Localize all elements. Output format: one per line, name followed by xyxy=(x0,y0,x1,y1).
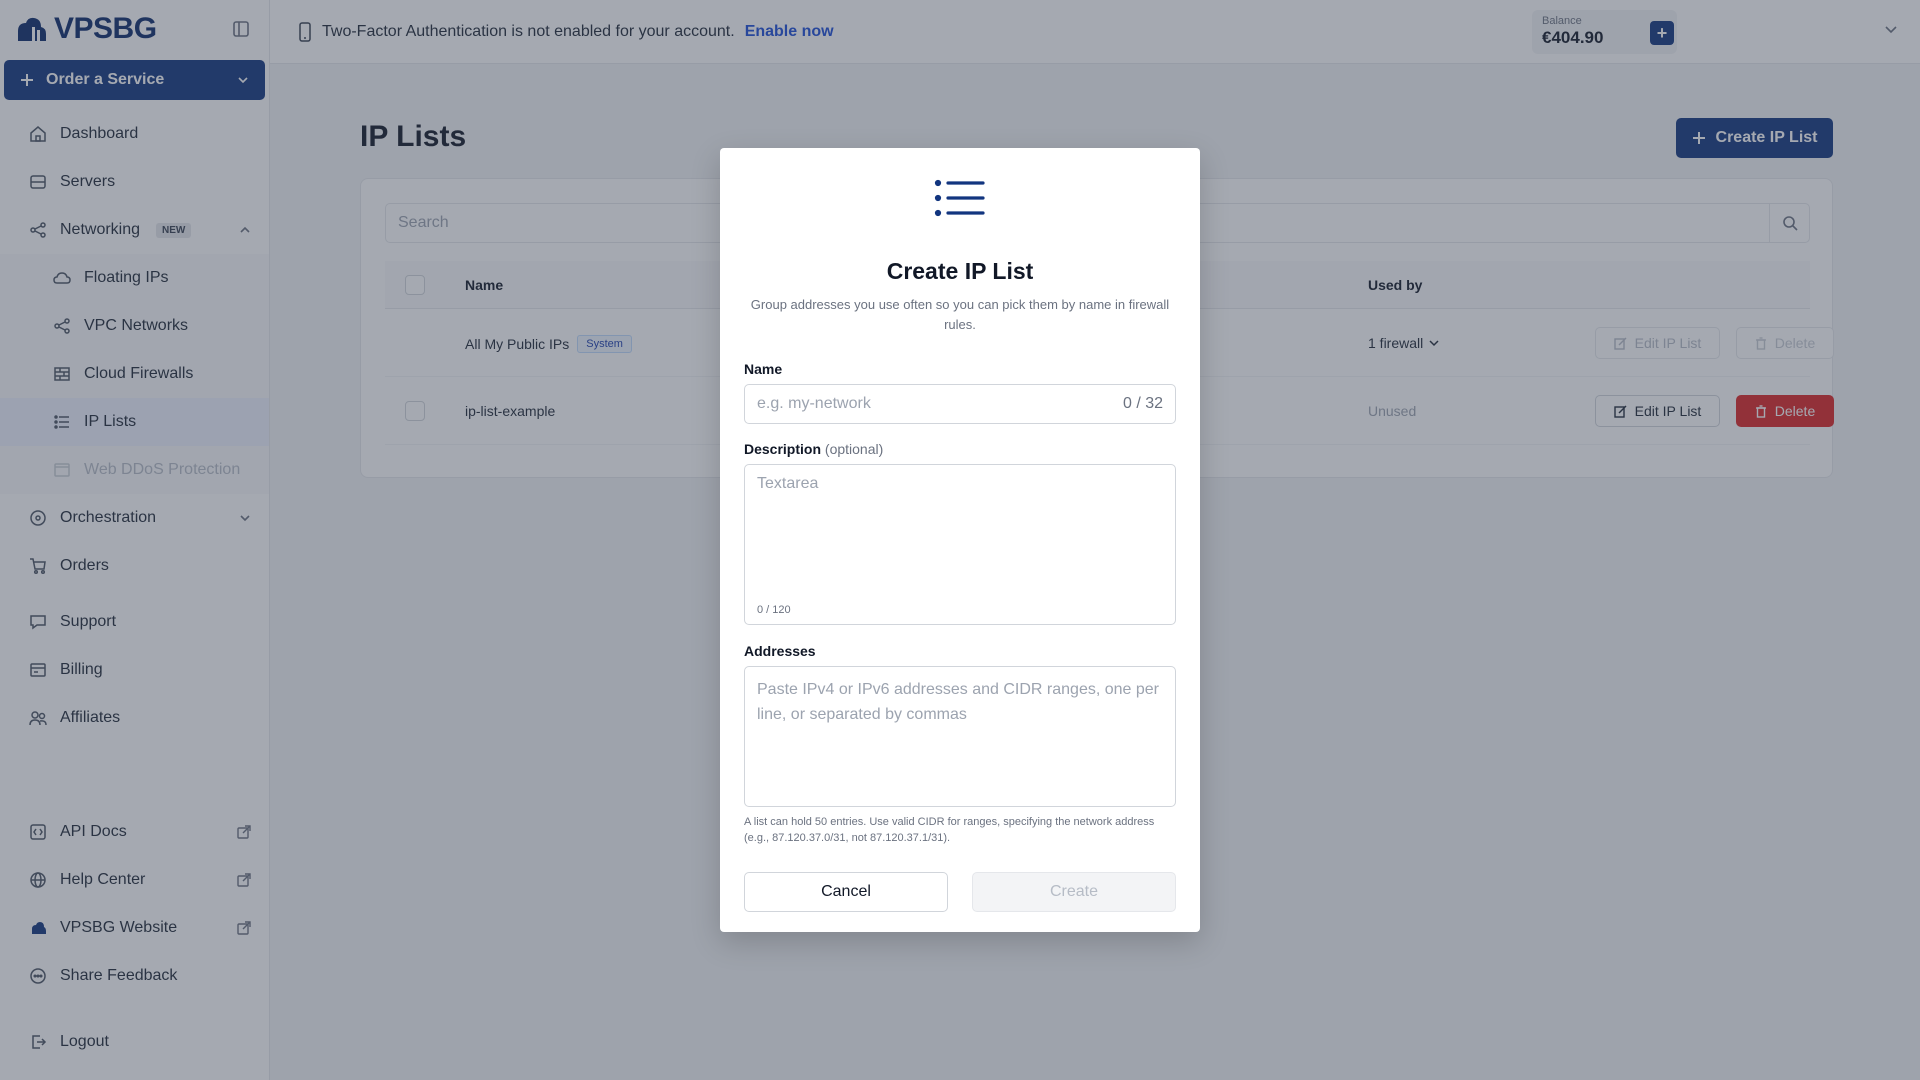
create-ip-list-modal: Create IP List Group addresses you use o… xyxy=(720,148,1200,932)
name-placeholder: e.g. my-network xyxy=(757,395,871,412)
cancel-button[interactable]: Cancel xyxy=(744,872,948,912)
create-button[interactable]: Create xyxy=(972,872,1176,912)
modal-description: Group addresses you use often so you can… xyxy=(750,297,1170,332)
description-textarea[interactable]: Textarea 0 / 120 xyxy=(744,464,1176,625)
addresses-textarea[interactable]: Paste IPv4 or IPv6 addresses and CIDR ra… xyxy=(744,666,1176,807)
name-label: Name xyxy=(744,361,783,377)
description-label-text: Description xyxy=(744,441,822,457)
description-label: Description (optional) xyxy=(744,441,883,457)
description-char-count: 0 / 120 xyxy=(757,604,791,616)
addresses-label: Addresses xyxy=(744,643,816,659)
addresses-hint: A list can hold 50 entries. Use valid CI… xyxy=(744,816,1155,844)
addresses-placeholder: Paste IPv4 or IPv6 addresses and CIDR ra… xyxy=(757,681,1159,723)
list-icon xyxy=(934,178,986,218)
name-input[interactable]: e.g. my-network 0 / 32 xyxy=(744,384,1176,424)
name-char-count: 0 / 32 xyxy=(1122,395,1163,412)
optional-hint: (optional) xyxy=(824,441,884,457)
description-placeholder: Textarea xyxy=(757,475,819,492)
modal-title: Create IP List xyxy=(886,258,1034,284)
